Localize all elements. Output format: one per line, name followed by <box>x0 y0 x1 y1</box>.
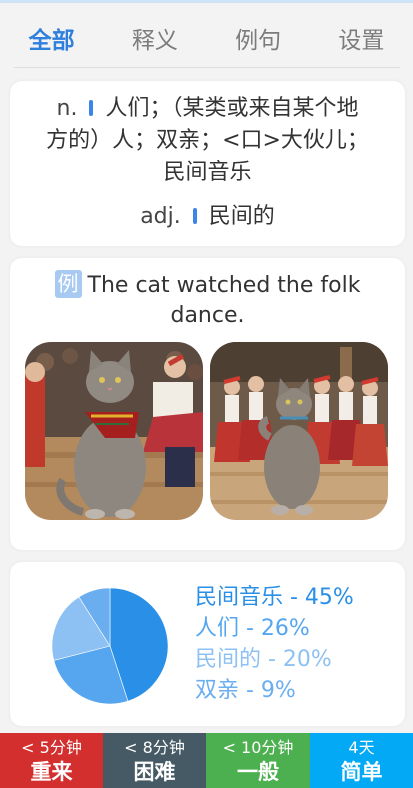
easy-interval: 4天 <box>348 738 375 757</box>
legend-entry-1: 人们 - 26% <box>195 616 310 641</box>
adjective-meaning: 民间的 <box>208 204 275 229</box>
legend-entry-0: 民间音乐 - 45% <box>195 585 354 610</box>
example-image-cat-dancers-2[interactable] <box>210 342 388 520</box>
meaning-frequency-card: 民间音乐 - 45% 人们 - 26% 民间的 - 20% 双亲 - 9% <box>10 562 405 726</box>
tab-all[interactable]: 全部 <box>0 18 103 64</box>
tab-divider <box>14 67 400 68</box>
adjective-definition: adj. 民间的 <box>24 201 391 233</box>
good-interval: < 10分钟 <box>222 738 294 757</box>
legend-entry-2: 民间的 - 20% <box>195 647 332 672</box>
good-label: 一般 <box>237 760 279 784</box>
again-label: 重来 <box>30 760 73 784</box>
pos-separator <box>89 100 94 116</box>
noun-meaning-line-1: 人们；（某类或来自某个地 <box>105 96 359 121</box>
noun-meaning-line-3: 民间音乐 <box>163 160 252 185</box>
tab-bar: 全部 释义 例句 设置 <box>0 18 413 64</box>
example-card: 例 The cat watched the folk dance. <box>10 258 405 550</box>
review-button-bar: < 5分钟 重来 < 8分钟 困难 < 10分钟 一般 4天 简单 <box>0 733 413 788</box>
hard-label: 困难 <box>133 760 176 784</box>
noun-meaning-line-2: 方的）人；双亲；<口>大伙儿； <box>46 128 369 153</box>
good-button[interactable]: < 10分钟 一般 <box>206 733 310 788</box>
example-image-cat-dancers-1[interactable] <box>25 342 203 520</box>
meaning-frequency-pie <box>51 587 169 705</box>
hard-button[interactable]: < 8分钟 困难 <box>103 733 206 788</box>
top-accent-line <box>0 0 413 3</box>
easy-button[interactable]: 4天 简单 <box>310 733 413 788</box>
easy-label: 简单 <box>340 760 383 784</box>
part-of-speech-adjective: adj. <box>140 204 181 229</box>
tab-examples[interactable]: 例句 <box>207 18 310 64</box>
tab-settings[interactable]: 设置 <box>310 18 413 64</box>
again-button[interactable]: < 5分钟 重来 <box>0 733 103 788</box>
definition-card: n. 人们；（某类或来自某个地 方的）人；双亲；<口>大伙儿； 民间音乐 adj.… <box>10 81 405 246</box>
pie-legend: 民间音乐 - 45% 人们 - 26% 民间的 - 20% 双亲 - 9% <box>195 582 354 706</box>
hard-interval: < 8分钟 <box>124 738 185 757</box>
part-of-speech-noun: n. <box>56 96 78 121</box>
again-interval: < 5分钟 <box>21 738 82 757</box>
noun-definition: n. 人们；（某类或来自某个地 方的）人；双亲；<口>大伙儿； 民间音乐 <box>24 93 391 189</box>
example-sentence[interactable]: The cat watched the folk dance. <box>88 273 361 328</box>
pos-separator <box>192 208 197 224</box>
legend-entry-3: 双亲 - 9% <box>195 678 296 703</box>
tab-definition[interactable]: 释义 <box>103 18 206 64</box>
example-sentence-row: 例 The cat watched the folk dance. <box>10 270 405 331</box>
example-badge: 例 <box>54 270 82 298</box>
